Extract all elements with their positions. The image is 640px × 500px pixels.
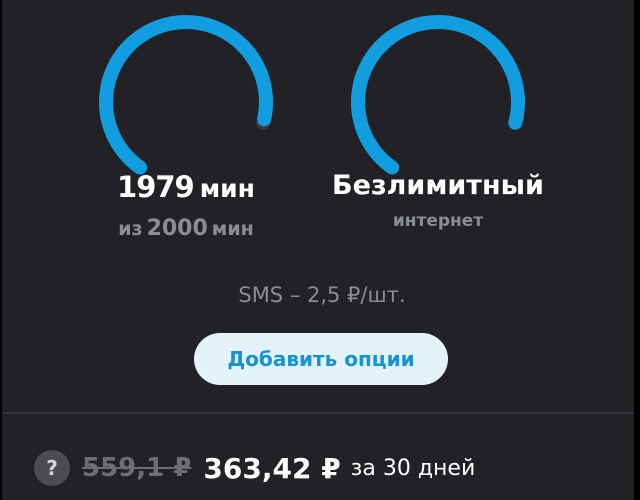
minutes-total-unit: мин [211,218,254,240]
minutes-gauge [86,10,286,190]
minutes-total-prefix: из [118,218,143,240]
internet-gauge-arc [351,15,525,175]
price-row: ? 559,1 ₽ 363,42 ₽ за 30 дней [34,446,475,490]
minutes-remaining-number: 1979 [117,170,195,204]
minutes-gauge-arc [99,15,273,175]
internet-value: Безлимитный [332,170,544,201]
minutes-remaining-unit: мин [199,174,255,203]
internet-gauge [338,10,538,190]
question-icon[interactable]: ? [34,450,70,486]
minutes-total-number: 2000 [146,216,208,241]
sms-price: SMS – 2,5 ₽/шт. [238,283,406,307]
new-price: 363,42 ₽ [203,451,341,485]
add-options-button[interactable]: Добавить опции [194,333,448,385]
tariff-card: 1979 мин из 2000 мин Безлимитный интернет S… [2,0,634,500]
old-price: 559,1 ₽ [82,453,192,483]
price-period: за 30 дней [350,455,476,481]
internet-gauge-svg [351,15,525,175]
minutes-remaining: 1979 мин [86,170,286,204]
minutes-gauge-svg [99,15,273,175]
internet-label: интернет [392,211,484,231]
minutes-total: из 2000 мин [86,216,286,241]
divider [2,412,634,414]
